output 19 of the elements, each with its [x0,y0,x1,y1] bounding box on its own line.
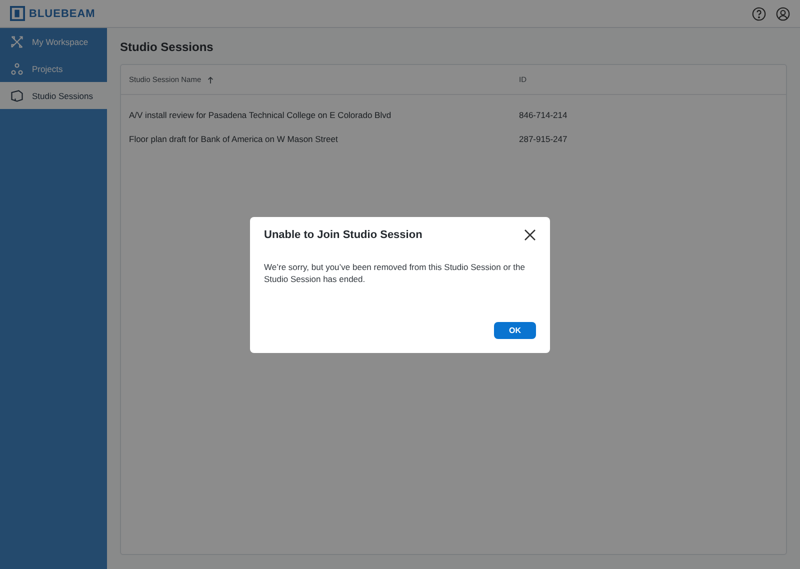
dialog-title: Unable to Join Studio Session [264,228,422,240]
sidebar-item[interactable]: Studio Sessions [0,82,107,109]
close-button[interactable] [524,228,536,240]
nodes-icon [10,62,24,76]
logo-icon [10,6,25,21]
table-cell-text: 287-915-247 [518,133,568,146]
table-cell-text: Floor plan draft for Bank of America on W Mason Street [128,133,339,146]
table-cell-text: 846-714-214 [518,109,568,122]
sidebar-item[interactable]: Projects [0,55,107,82]
user-icon[interactable] [776,6,790,20]
table-cell-text: A/V install review for Pasadena Technical College on E Colorado Blvd [128,109,392,122]
screen-icon [10,88,24,102]
sidebar-item[interactable]: My Workspace [0,28,107,55]
logo-text: BLUEBEAM [29,8,96,20]
page-title: Studio Sessions [120,40,214,54]
crossed-tools-icon [10,34,24,48]
dialog-message: We’re sorry, but you’ve been removed from this Studio Session or the Studio Session has ended. [264,260,526,286]
ok-button[interactable]: OK [494,322,536,338]
help-icon[interactable] [752,6,766,20]
